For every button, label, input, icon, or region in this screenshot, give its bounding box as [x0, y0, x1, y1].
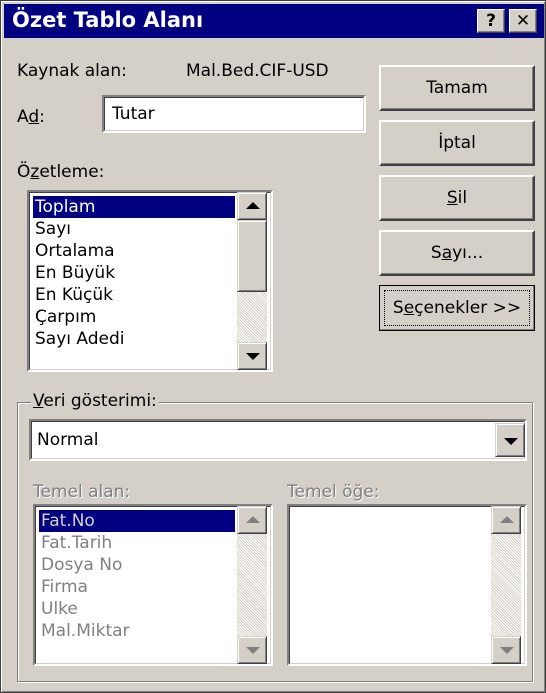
- arrow-up-icon: [246, 516, 260, 523]
- base-field-dosya-no[interactable]: Dosya No: [39, 554, 235, 576]
- scroll-thumb[interactable]: [237, 220, 267, 292]
- base-item-scrollbar[interactable]: [491, 506, 521, 664]
- base-item-label: Temel öğe:: [287, 482, 380, 502]
- base-field-listbox[interactable]: Fat.No Fat.Tarih Dosya No Firma Ulke Mal…: [33, 504, 273, 666]
- cancel-button[interactable]: İptal: [379, 120, 535, 166]
- scroll-down-button[interactable]: [491, 636, 521, 664]
- show-data-value: Normal: [37, 430, 99, 450]
- summary-option-en-kucuk[interactable]: En Küçük: [33, 284, 235, 306]
- arrow-down-icon: [246, 353, 260, 360]
- arrow-up-icon: [500, 516, 514, 523]
- name-label: Ad:: [17, 107, 45, 127]
- close-button[interactable]: ✕: [509, 9, 537, 33]
- summarize-label: Özetleme:: [17, 162, 105, 182]
- summary-option-toplam[interactable]: Toplam: [33, 196, 235, 218]
- source-field-value: Mal.Bed.CIF-USD: [186, 61, 329, 81]
- arrow-down-icon: [246, 647, 260, 654]
- base-item-listbox[interactable]: [287, 504, 527, 666]
- base-field-scrollbar[interactable]: [237, 506, 267, 664]
- summary-option-sayi-adedi[interactable]: Sayı Adedi: [33, 328, 235, 350]
- base-field-label: Temel alan:: [33, 482, 131, 502]
- number-format-button[interactable]: Sa yı...: [379, 230, 535, 276]
- summary-option-carpim[interactable]: Çarpım: [33, 306, 235, 328]
- base-field-fat-no[interactable]: Fat.No: [39, 510, 235, 532]
- arrow-down-icon: [500, 647, 514, 654]
- scroll-down-button[interactable]: [237, 342, 267, 370]
- base-field-ulke[interactable]: Ulke: [39, 598, 235, 620]
- delete-button[interactable]: Sil: [379, 175, 535, 221]
- show-data-group-title: Veri gösterimi:: [31, 391, 159, 411]
- dropdown-button[interactable]: [495, 423, 525, 457]
- title-bar[interactable]: Özet Tablo Alanı ? ✕: [4, 4, 544, 38]
- scroll-down-button[interactable]: [237, 636, 267, 664]
- source-field-label: Kaynak alan:: [17, 61, 127, 81]
- summary-option-sayi[interactable]: Sayı: [33, 218, 235, 240]
- summarize-listbox[interactable]: Toplam Sayı Ortalama En Büyük En Küçük Ç…: [27, 190, 273, 372]
- name-input[interactable]: Tutar: [102, 95, 366, 133]
- summarize-scrollbar[interactable]: [237, 192, 267, 370]
- base-field-firma[interactable]: Firma: [39, 576, 235, 598]
- base-field-fat-tarih[interactable]: Fat.Tarih: [39, 532, 235, 554]
- base-field-mal-miktar[interactable]: Mal.Miktar: [39, 620, 235, 642]
- summary-option-en-buyuk[interactable]: En Büyük: [33, 262, 235, 284]
- close-icon: ✕: [515, 11, 531, 31]
- dialog-title: Özet Tablo Alanı: [12, 8, 204, 32]
- scroll-up-button[interactable]: [491, 506, 521, 534]
- options-button[interactable]: Se çenekler >>: [379, 285, 535, 331]
- chevron-down-icon: [504, 438, 518, 445]
- help-button[interactable]: ?: [477, 9, 505, 33]
- arrow-up-icon: [246, 202, 260, 209]
- show-data-dropdown[interactable]: Normal: [29, 419, 527, 461]
- pivot-field-dialog: Özet Tablo Alanı ? ✕ Kaynak alan: Mal.Be…: [0, 0, 546, 693]
- scroll-up-button[interactable]: [237, 192, 267, 220]
- summary-option-ortalama[interactable]: Ortalama: [33, 240, 235, 262]
- ok-button[interactable]: Tamam: [379, 65, 535, 111]
- scroll-up-button[interactable]: [237, 506, 267, 534]
- name-input-value: Tutar: [112, 104, 155, 124]
